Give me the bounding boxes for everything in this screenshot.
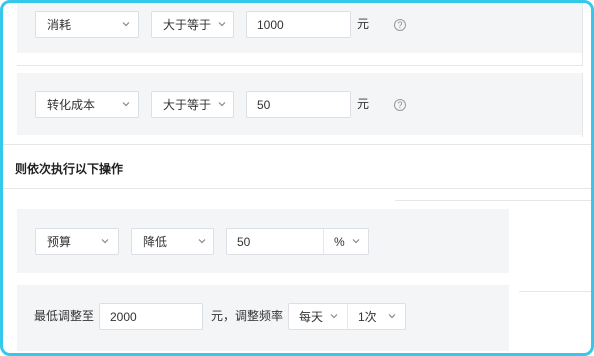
action-amount-input[interactable]: 50: [227, 228, 323, 255]
metric-select-value: 转化成本: [47, 98, 96, 112]
rule-editor-frame: 消耗 大于等于 1000 元 ? 转化成本 大于等于 50 元 ? 则依次执行以…: [0, 0, 594, 356]
operator-select-value: 大于等于: [163, 18, 212, 32]
chevron-down-icon: [352, 239, 360, 244]
chevron-down-icon: [218, 102, 226, 107]
action-direction-select[interactable]: 降低: [131, 228, 214, 255]
chevron-down-icon: [122, 22, 130, 27]
frequency-count-select[interactable]: 1次: [348, 304, 405, 329]
frequency-label: 元，调整频率: [211, 309, 284, 323]
operator-select[interactable]: 大于等于: [151, 11, 234, 38]
min-adjust-input[interactable]: 2000: [99, 303, 203, 330]
frequency-group: 每天 1次: [288, 303, 406, 330]
divider: [3, 188, 591, 189]
chevron-down-icon: [330, 314, 338, 319]
chevron-down-icon: [101, 239, 109, 244]
question-circle-icon[interactable]: ?: [394, 99, 406, 111]
frequency-period-select[interactable]: 每天: [289, 304, 347, 329]
chevron-down-icon: [122, 102, 130, 107]
action-target-value: 预算: [47, 235, 72, 249]
divider: [3, 144, 591, 145]
operator-select-value: 大于等于: [163, 98, 212, 112]
section-title: 则依次执行以下操作: [15, 162, 124, 176]
operator-select[interactable]: 大于等于: [151, 91, 234, 118]
action-amount-value: 50: [237, 234, 251, 249]
question-circle-icon[interactable]: ?: [394, 19, 406, 31]
metric-select[interactable]: 转化成本: [35, 91, 139, 118]
chevron-down-icon: [388, 314, 396, 319]
action-target-select[interactable]: 预算: [35, 228, 119, 255]
action-unit-value: %: [334, 234, 345, 249]
chevron-down-icon: [198, 239, 206, 244]
divider: [582, 73, 583, 137]
threshold-unit: 元: [357, 97, 370, 111]
threshold-input-value: 1000: [257, 17, 284, 32]
min-adjust-label: 最低调整至: [34, 309, 95, 323]
metric-select[interactable]: 消耗: [35, 11, 139, 38]
min-adjust-value: 2000: [110, 309, 137, 324]
divider: [17, 65, 583, 66]
metric-select-value: 消耗: [47, 18, 72, 32]
action-amount-group: 50 %: [226, 228, 369, 255]
action-unit-select[interactable]: %: [324, 229, 368, 254]
threshold-unit: 元: [357, 17, 370, 31]
threshold-input[interactable]: 50: [246, 91, 351, 118]
threshold-input-value: 50: [257, 97, 271, 112]
frequency-period-value: 每天: [299, 310, 324, 324]
chevron-down-icon: [218, 22, 226, 27]
action-direction-value: 降低: [143, 235, 168, 249]
divider: [582, 3, 583, 65]
divider: [395, 200, 591, 201]
divider: [519, 291, 591, 292]
frequency-count-value: 1次: [358, 310, 377, 324]
threshold-input[interactable]: 1000: [246, 11, 351, 38]
